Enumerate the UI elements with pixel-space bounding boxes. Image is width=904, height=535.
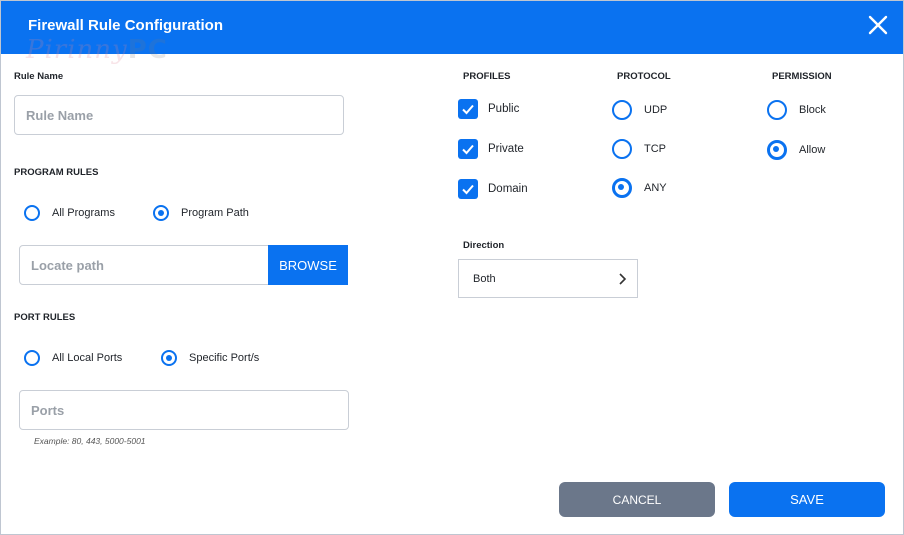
checkmark-icon [458, 179, 478, 199]
radio-tcp[interactable]: TCP [612, 139, 666, 159]
radio-allow-dot [767, 140, 787, 160]
cancel-button[interactable]: CANCEL [559, 482, 715, 517]
radio-udp-label: UDP [644, 104, 668, 116]
radio-all-programs-label: All Programs [52, 207, 115, 219]
radio-any[interactable]: ANY [612, 178, 667, 198]
radio-program-path[interactable]: Program Path [153, 205, 249, 221]
radio-block-label: Block [799, 104, 826, 116]
radio-udp[interactable]: UDP [612, 100, 667, 120]
radio-any-dot [612, 178, 632, 198]
checkmark-icon [458, 139, 478, 159]
radio-allow[interactable]: Allow [767, 140, 825, 160]
radio-program-path-dot [153, 205, 169, 221]
radio-all-programs-dot [24, 205, 40, 221]
radio-all-programs[interactable]: All Programs [24, 205, 115, 221]
browse-button[interactable]: BROWSE [268, 245, 348, 285]
radio-block-dot [767, 100, 787, 120]
direction-select[interactable]: Both [458, 259, 638, 298]
permission-label: PERMISSION [772, 71, 832, 82]
checkbox-private[interactable]: Private [458, 139, 524, 159]
checkbox-domain-label: Domain [488, 183, 528, 195]
locate-path-input[interactable]: Locate path [19, 245, 269, 285]
radio-all-local-ports[interactable]: All Local Ports [24, 350, 122, 366]
direction-value: Both [473, 272, 496, 285]
profiles-label: PROFILES [463, 71, 511, 82]
checkbox-domain[interactable]: Domain [458, 179, 528, 199]
save-button[interactable]: SAVE [729, 482, 885, 517]
radio-allow-label: Allow [799, 144, 826, 156]
radio-all-local-ports-dot [24, 350, 40, 366]
radio-udp-dot [612, 100, 632, 120]
protocol-label: PROTOCOL [617, 71, 671, 82]
radio-tcp-dot [612, 139, 632, 159]
checkmark-icon [458, 99, 478, 119]
close-icon[interactable] [867, 14, 889, 36]
port-rules-label: PORT RULES [14, 312, 76, 323]
firewall-rule-dialog: Firewall Rule Configuration PirinnyPC Ru… [0, 0, 904, 535]
radio-all-local-ports-label: All Local Ports [52, 352, 123, 364]
rule-name-label: Rule Name [14, 71, 64, 82]
checkbox-public-label: Public [488, 103, 520, 115]
checkbox-private-label: Private [488, 143, 524, 155]
direction-label: Direction [463, 240, 505, 251]
rule-name-input[interactable]: Rule Name [14, 95, 344, 135]
radio-tcp-label: TCP [644, 143, 666, 155]
radio-block[interactable]: Block [767, 100, 826, 120]
dialog-title: Firewall Rule Configuration [28, 17, 224, 34]
checkbox-public[interactable]: Public [458, 99, 519, 119]
radio-specific-ports-dot [161, 350, 177, 366]
radio-any-label: ANY [644, 182, 667, 194]
ports-input[interactable]: Ports [19, 390, 349, 430]
watermark-logo: PirinnyPC [26, 35, 168, 65]
ports-hint: Example: 80, 443, 5000-5001 [34, 436, 146, 446]
radio-specific-ports-label: Specific Port/s [189, 352, 260, 364]
chevron-right-icon [617, 272, 629, 289]
radio-specific-ports[interactable]: Specific Port/s [161, 350, 259, 366]
radio-program-path-label: Program Path [181, 207, 249, 219]
program-rules-label: PROGRAM RULES [14, 167, 99, 178]
